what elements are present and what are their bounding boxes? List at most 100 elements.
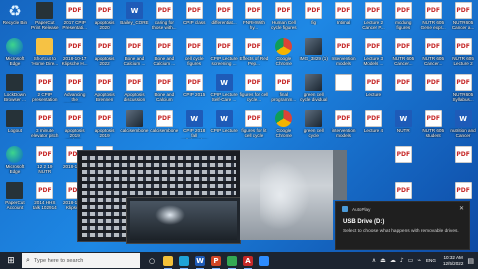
desktop-icon[interactable]: Google Chrome xyxy=(269,36,299,72)
desktop-icon[interactable]: PaperCut Print Release xyxy=(30,0,60,36)
desktop-icon[interactable]: PDF Apoptosis discussion xyxy=(120,72,150,108)
desktop-icon[interactable]: Shortcut to 'Home Dire... xyxy=(30,36,60,72)
desktop-icon[interactable]: PDF 2018-10-17 Klipsche H... xyxy=(60,36,90,72)
desktop-icon[interactable]: PDF FNRHWith hy... xyxy=(239,0,269,36)
desktop-icon-label: NUTR 605 student xyxy=(422,128,445,139)
taskbar-zoom-button[interactable] xyxy=(256,252,272,269)
clock[interactable]: 10:32 AM 12/5/2022 xyxy=(443,255,463,266)
desktop-icon[interactable]: PDF apoptosis 2019 xyxy=(90,108,120,144)
desktop-icon[interactable]: PDF cell cycle figures xyxy=(179,36,209,72)
desktop-icon[interactable]: PDF apoptosis 2022 xyxy=(90,36,120,72)
autoplay-notification[interactable]: AutoPlay ✕ USB Drive (D:) Select to choo… xyxy=(335,201,470,250)
desktop-icon[interactable]: calcisembone xyxy=(120,108,150,144)
desktop-icon[interactable]: W Bailey_CORE xyxy=(120,0,150,36)
desktop-icon[interactable]: PDF fig xyxy=(299,0,329,36)
taskbar-task-view-button[interactable]: ○ xyxy=(144,252,160,269)
desktop-icon[interactable]: PDF xyxy=(418,72,448,108)
tray-icon[interactable]: ♪ xyxy=(400,257,404,264)
desktop-icon[interactable]: PDF CPIP 2015 xyxy=(179,72,209,108)
start-button[interactable]: ⊞ xyxy=(0,252,22,269)
desktop-icon[interactable]: W CPIP Lecture Self-Care ... xyxy=(209,72,239,108)
desktop-icon[interactable]: W CPIP Lecture xyxy=(209,108,239,144)
tray-icon[interactable]: ∧ xyxy=(372,257,376,264)
notification-center-icon[interactable]: ▤ xyxy=(467,257,474,265)
tray-icon[interactable]: ☁ xyxy=(390,257,396,264)
desktop-icon[interactable]: LockDown Browser ... xyxy=(0,72,30,108)
desktop-icon[interactable]: PDF Bone and Calcium xyxy=(149,72,179,108)
desktop-icon[interactable]: green cell cycle xyxy=(299,108,329,144)
taskbar-chrome-button[interactable] xyxy=(224,252,240,269)
toast-title[interactable]: USB Drive (D:) xyxy=(343,219,384,225)
taskbar-word-button[interactable]: W xyxy=(192,252,208,269)
taskbar-edge-button[interactable] xyxy=(176,252,192,269)
desktop-icon[interactable]: PDF intervention models xyxy=(329,108,359,144)
desktop-icon[interactable]: PDF Bone and Calcium ... xyxy=(120,36,150,72)
desktop-icon[interactable] xyxy=(329,72,359,108)
taskbar-acrobat-button[interactable]: A xyxy=(240,252,256,269)
search-box[interactable]: ⌕ Type here to search xyxy=(22,253,140,268)
toast-body[interactable]: Select to choose what happens with remov… xyxy=(343,229,465,235)
desktop-icon[interactable]: PDF Bone and Calcium ... xyxy=(149,36,179,72)
desktop-icon[interactable]: PDF 2017 CPIP Presentati... xyxy=(60,0,90,36)
desktop-icon[interactable]: PDF differentiat... xyxy=(209,0,239,36)
desktop-icon[interactable]: PDF CPIP Lecture screening ... xyxy=(209,36,239,72)
desktop-icon[interactable]: PDF Intimal xyxy=(329,0,359,36)
desktop-icon[interactable]: PDF NUTR 605 Gene expr... xyxy=(418,0,448,36)
folder-file-icon xyxy=(36,38,54,55)
desktop-icon[interactable]: ♻ Recycle Bin xyxy=(0,0,30,36)
taskbar-file-explorer-button[interactable] xyxy=(160,252,176,269)
desktop-icon[interactable]: PDF Lecture 4 xyxy=(359,108,389,144)
desktop-icon[interactable]: W NUTR xyxy=(388,108,418,144)
tray-icon[interactable]: ⌁ xyxy=(417,257,421,264)
tray-icon[interactable]: ▭ xyxy=(408,257,414,264)
desktop-icon[interactable]: Google Chrome xyxy=(269,108,299,144)
desktop-icon[interactable]: IMG_3829 (1) xyxy=(299,36,329,72)
desktop-icon[interactable]: PDF apoptosis 2020 xyxy=(90,0,120,36)
desktop-icon[interactable]: PDF Apoptosis Brennen xyxy=(90,72,120,108)
desktop-icon[interactable]: PDF final programm... xyxy=(269,72,299,108)
search-placeholder[interactable]: Type here to search xyxy=(34,258,83,264)
desktop-icon[interactable]: PDFAdvancing the measure... xyxy=(60,72,90,108)
desktop-icon[interactable]: PDF 2 CPIP presentation xyxy=(30,72,60,108)
desktop-icon[interactable]: PDF 3 minute elevator pitch xyxy=(30,108,60,144)
desktop-icon[interactable]: PDFapoptosis 2019 student... xyxy=(60,108,90,144)
desktop-icon[interactable]: PDF NUTR 605 student xyxy=(418,108,448,144)
desktop-icon[interactable]: PaperCut Account xyxy=(0,180,30,216)
desktop-icon[interactable]: PDF Lecture xyxy=(359,72,389,108)
desktop-icon[interactable]: Microsoft Edge xyxy=(0,36,30,72)
desktop-icon[interactable]: PDF Lecture 3 Models ... xyxy=(359,36,389,72)
pdf-file-icon: PDF xyxy=(125,74,143,91)
desktop-icon[interactable]: PDF xyxy=(388,72,418,108)
desktop-icon[interactable]: PDF 12 2 19 NUTR xyxy=(30,144,60,180)
desktop-icon[interactable]: PDF NUTR 605 Lecture 2 xyxy=(448,36,478,72)
desktop-icon[interactable]: PDF NUTR605 Cancer a... xyxy=(448,0,478,36)
window-preview-blurred[interactable] xyxy=(240,150,333,240)
desktop-icon[interactable]: PDF mcdung figures xyxy=(388,0,418,36)
desktop-icon[interactable]: PDF Lecture 2 Cancer P... xyxy=(359,0,389,36)
desktop-icon[interactable]: Microsoft Edge xyxy=(0,144,30,180)
desktop-icon[interactable]: PDF caring for those with... xyxy=(149,0,179,36)
close-icon[interactable]: ✕ xyxy=(459,205,464,212)
desktop-icon[interactable]: PDF xyxy=(388,144,418,180)
window-preview-edge[interactable] xyxy=(333,150,347,200)
tray-icon[interactable]: ⏏ xyxy=(380,257,386,264)
desktop-icon[interactable]: PDF xyxy=(448,144,478,180)
window-preview-photo[interactable] xyxy=(126,197,241,244)
desktop-icon[interactable]: PDF Effects of Red Pep... xyxy=(239,36,269,72)
desktop-icon[interactable]: PDF figures for lit cell cycle xyxy=(239,108,269,144)
desktop-icon[interactable]: PDF Human Cell cycle figures xyxy=(269,0,299,36)
desktop-icon[interactable]: PDF Intervention models xyxy=(329,36,359,72)
desktop-icon[interactable]: PDF NUTR605 Syllabus... xyxy=(448,72,478,108)
desktop-icon[interactable]: Logout xyxy=(0,108,30,144)
language-indicator[interactable]: ENG xyxy=(426,258,436,263)
desktop-icon[interactable]: PDF NUTR 605 Cancer... xyxy=(388,36,418,72)
desktop-icon[interactable]: PDF calcisembone xyxy=(149,108,179,144)
taskbar-powerpoint-button[interactable]: P xyxy=(208,252,224,269)
desktop-icon[interactable]: Wnutrition and Cancer xyxy=(448,108,478,144)
desktop-icon[interactable]: PDF 2014 HHS talk 102914 xyxy=(30,180,60,216)
desktop-icon[interactable]: PDF figures for cell cycle... xyxy=(239,72,269,108)
desktop-icon[interactable]: WCPIP 2018 fall collaboration xyxy=(179,108,209,144)
desktop-icon[interactable]: green cell cycle dividual xyxy=(299,72,329,108)
desktop-icon[interactable]: PDF CPIP class xyxy=(179,0,209,36)
desktop-icon[interactable]: PDF NUTR 605 Cancer... xyxy=(418,36,448,72)
